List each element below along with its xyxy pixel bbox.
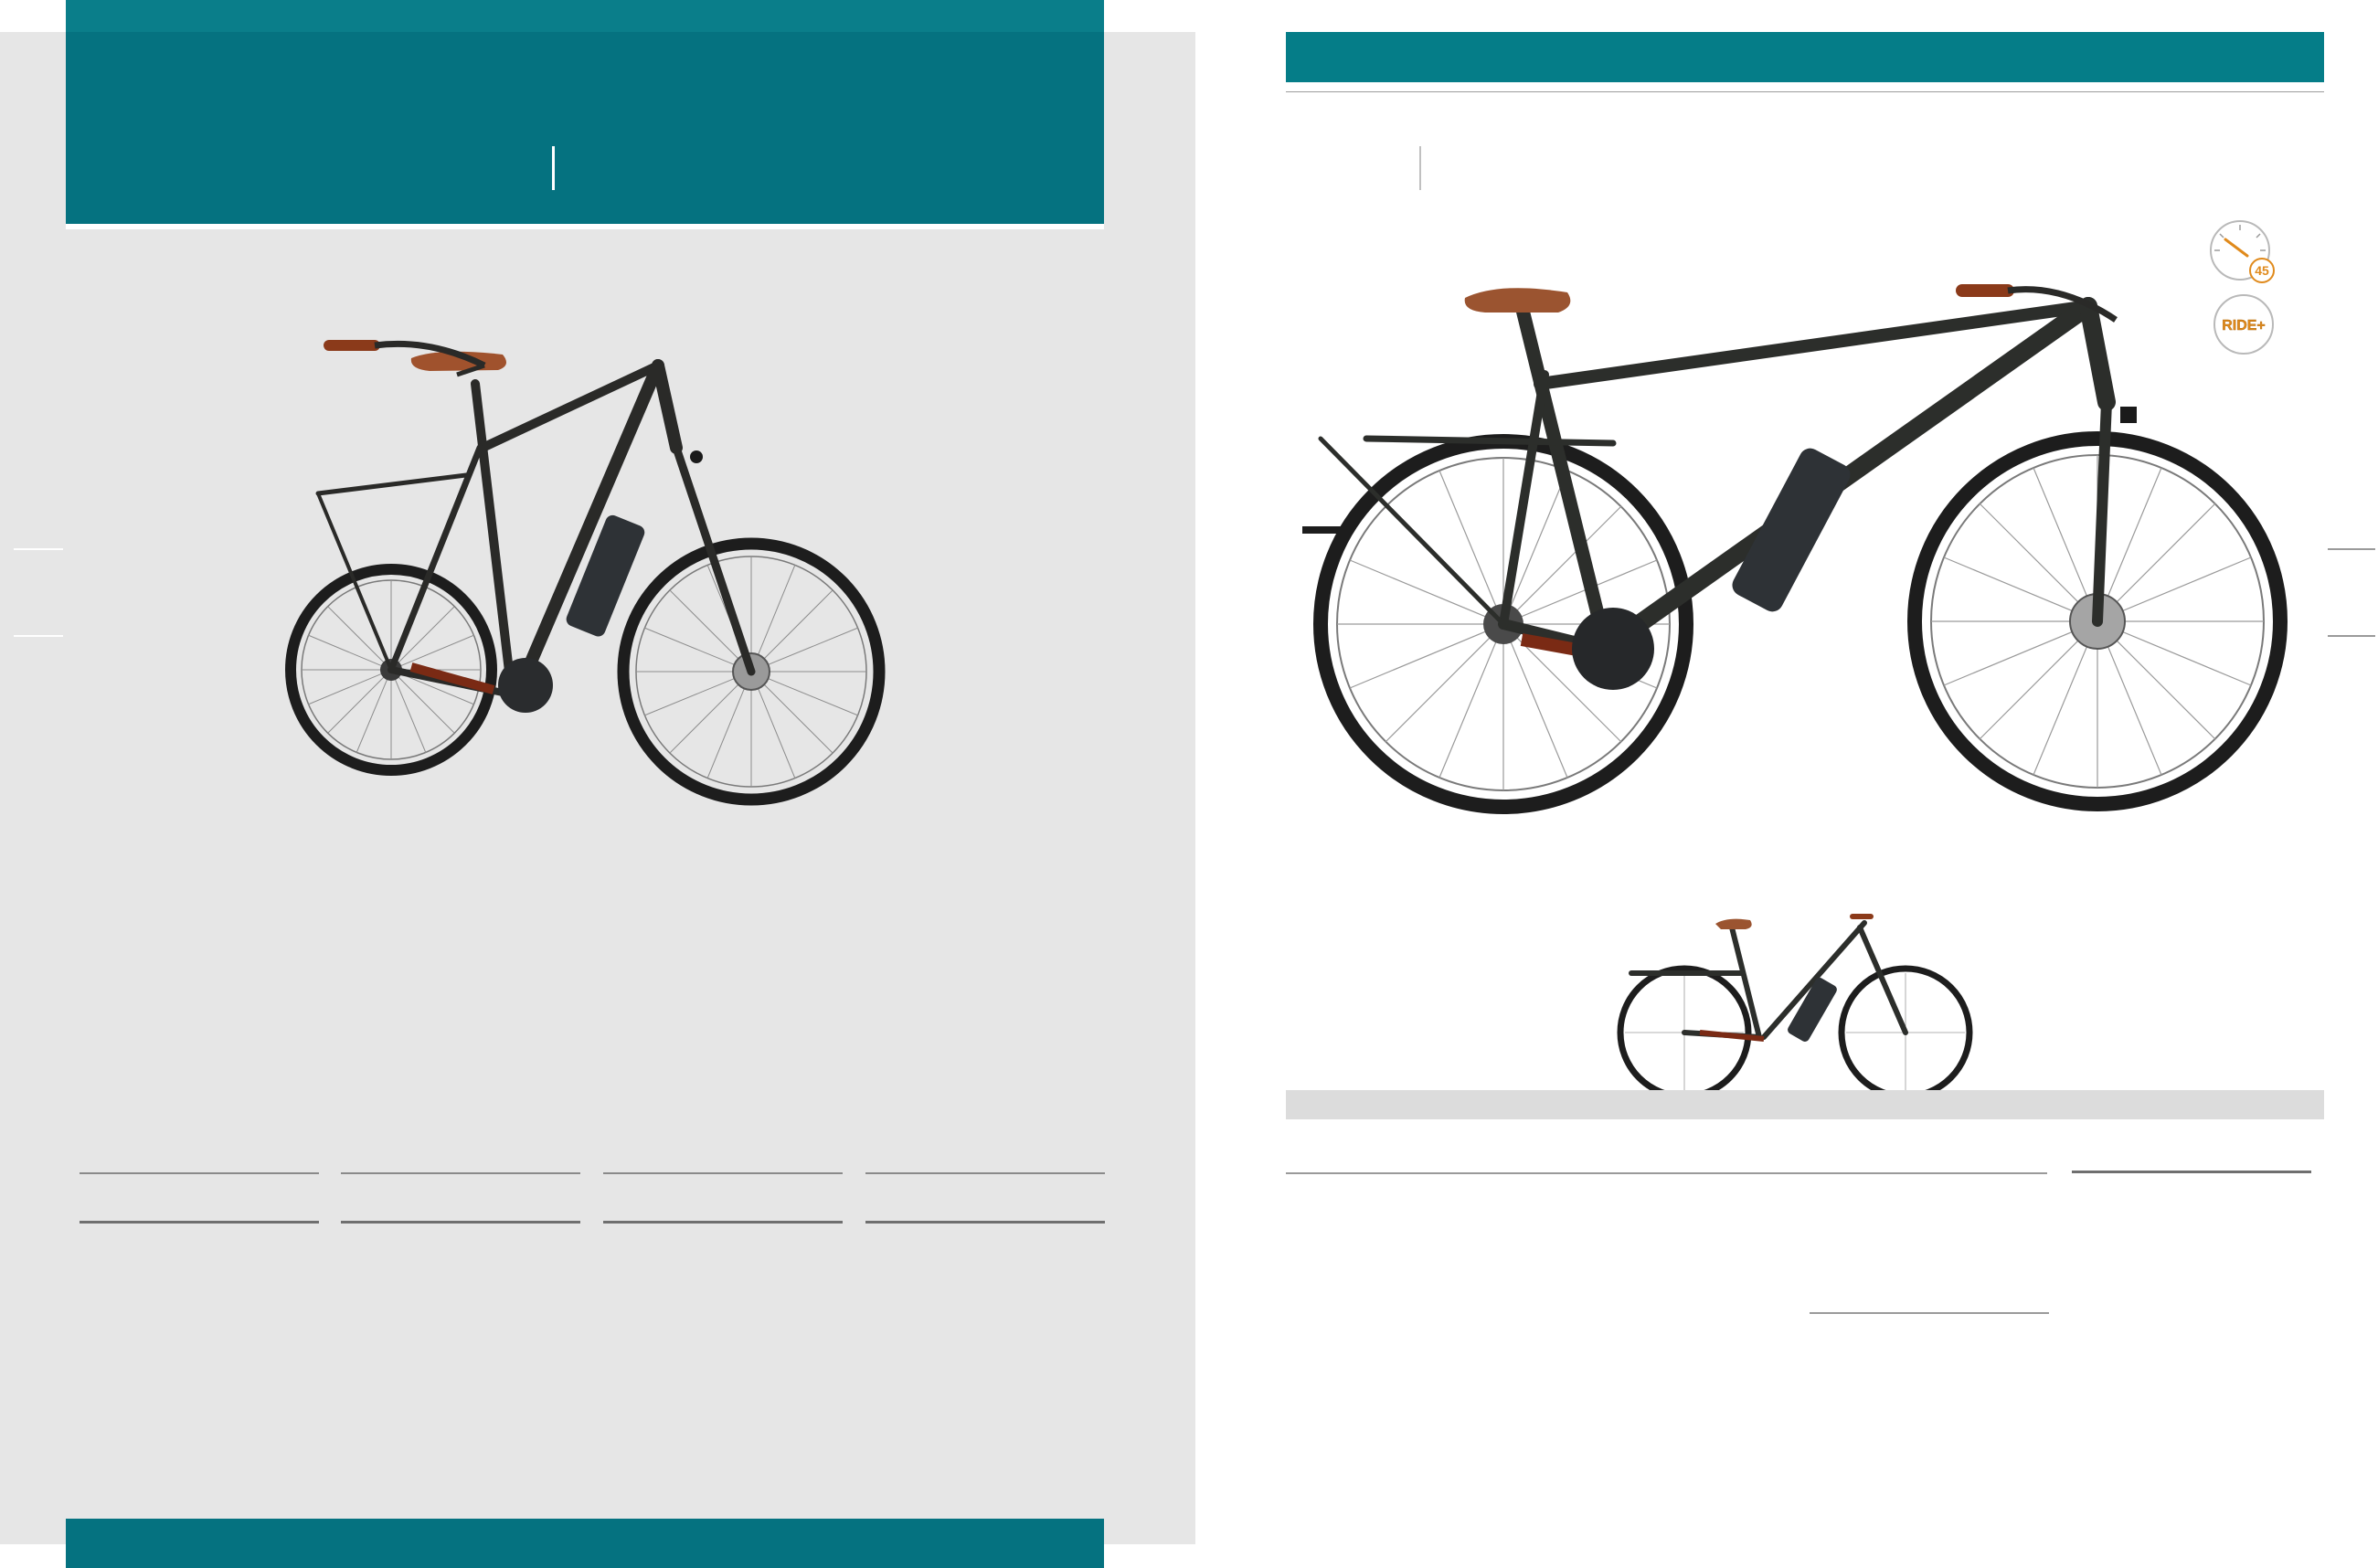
right-header-rule <box>1286 91 2324 92</box>
spec-rule-top-1 <box>80 1172 319 1174</box>
left-top-strip <box>66 0 1104 32</box>
large-motor-unit <box>1572 608 1654 690</box>
spec-rule-bottom-1 <box>80 1221 319 1224</box>
large-headlight <box>2120 407 2137 423</box>
headlight <box>690 450 703 463</box>
left-margin-tick-lower <box>14 635 63 637</box>
right-gray-band <box>1286 1090 2324 1119</box>
left-bottom-band <box>66 1519 1104 1568</box>
right-header-divider <box>1419 146 1421 190</box>
right-margin-tick-lower <box>2328 635 2375 637</box>
spec-rule-top-3 <box>603 1172 843 1174</box>
left-header-band <box>66 32 1104 224</box>
bike-photo-diamond-frame <box>285 340 886 806</box>
bike-photo-step-through <box>1617 914 1973 1090</box>
right-spec-rule-short <box>2072 1171 2311 1173</box>
right-margin-tick-upper <box>2328 548 2375 550</box>
large-saddle <box>1464 288 1571 313</box>
right-spec-rule-long <box>1286 1172 2047 1174</box>
spec-rule-bottom-2 <box>341 1221 580 1224</box>
large-battery-pack <box>1732 448 1851 612</box>
spec-rule-top-2 <box>341 1172 580 1174</box>
right-spec-rule-lower <box>1810 1312 2049 1314</box>
left-margin-tick-upper <box>14 548 63 550</box>
spec-rule-bottom-4 <box>865 1221 1105 1224</box>
left-header-divider <box>552 146 555 190</box>
motor-unit <box>498 658 553 713</box>
spec-rule-top-4 <box>865 1172 1105 1174</box>
left-header-rule <box>66 224 1104 229</box>
bike-photo-diamond-frame-large <box>1302 284 2288 814</box>
right-header-band <box>1286 32 2324 82</box>
spec-rule-bottom-3 <box>603 1221 843 1224</box>
